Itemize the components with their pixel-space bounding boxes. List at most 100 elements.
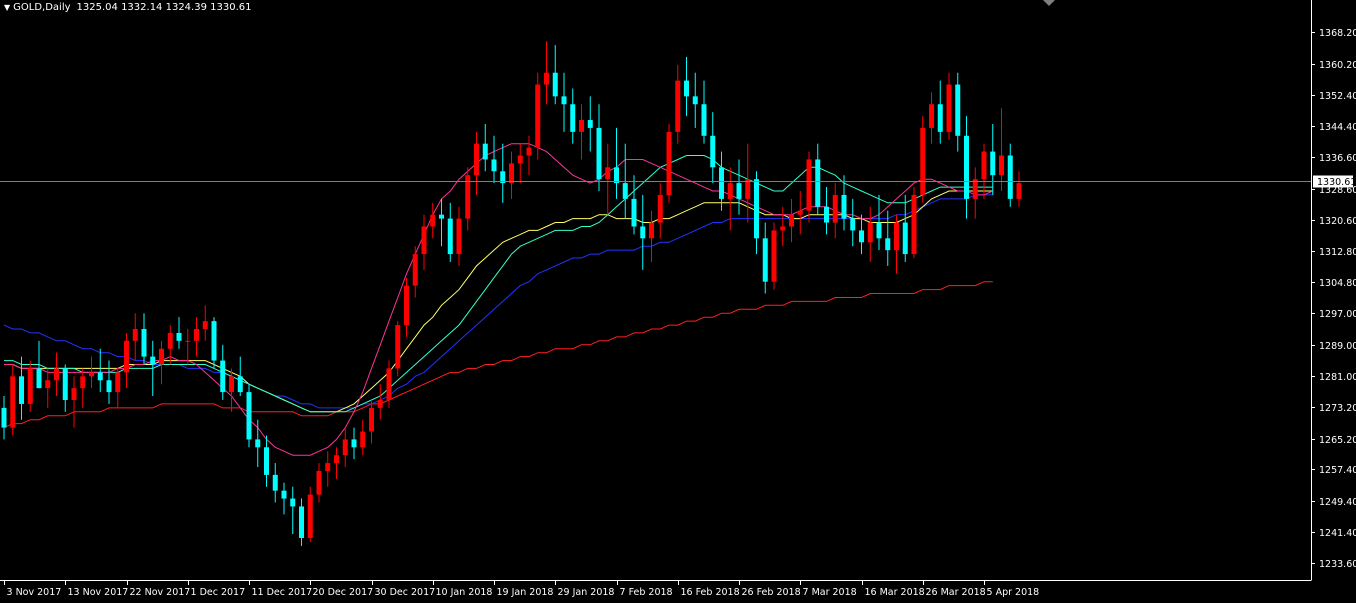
date-tick-label: 20 Dec 2017: [313, 587, 374, 598]
candle-body: [535, 84, 541, 148]
candle-body: [902, 222, 908, 255]
date-tick-label: 13 Nov 2017: [68, 587, 129, 598]
price-chart[interactable]: 1368.201360.201352.401344.401336.601328.…: [0, 0, 1356, 603]
candle-body: [1007, 155, 1013, 199]
date-tick-label: 11 Dec 2017: [252, 587, 313, 598]
candle-body: [859, 230, 864, 243]
candle-body: [167, 332, 173, 349]
candle-body: [526, 147, 532, 156]
candle: [535, 72, 541, 160]
candle-body: [482, 143, 488, 160]
candle-body: [692, 96, 698, 105]
date-tick-label: 30 Dec 2017: [375, 587, 436, 598]
candle-body: [587, 120, 593, 128]
candle: [307, 486, 313, 542]
candle-body: [1, 407, 7, 428]
candle-body: [54, 368, 59, 381]
candle-body: [386, 368, 392, 400]
candle-body: [964, 135, 969, 199]
candle-body: [955, 84, 961, 136]
candle-body: [10, 376, 16, 428]
candle: [666, 123, 672, 203]
candle-body: [89, 372, 94, 377]
price-tick-label: 1297.00: [1319, 309, 1356, 320]
candle-body: [824, 206, 829, 223]
current-price-label-text: 1330.61: [1317, 177, 1356, 188]
candle-body: [194, 329, 199, 341]
candle-body: [202, 321, 208, 330]
candle-body: [124, 340, 129, 373]
candle-body: [255, 439, 261, 448]
price-tick-label: 1289.00: [1319, 341, 1356, 352]
candle-body: [920, 127, 926, 195]
candle: [395, 321, 401, 377]
date-tick-label: 7 Feb 2018: [620, 587, 673, 598]
price-tick-label: 1344.40: [1319, 122, 1356, 133]
chart-shift-marker-icon[interactable]: [1043, 0, 1055, 6]
candle-body: [45, 380, 51, 389]
candle-body: [421, 226, 427, 255]
candle-body: [325, 463, 331, 471]
candle-body: [517, 155, 523, 164]
price-tick-label: 1352.40: [1319, 91, 1356, 102]
date-tick-label: 26 Feb 2018: [742, 587, 801, 598]
candle-body: [220, 360, 226, 393]
candle-body: [867, 222, 873, 243]
candle-body: [237, 376, 243, 393]
candle-body: [299, 506, 304, 538]
price-tick-label: 1233.60: [1319, 559, 1356, 570]
candle-body: [211, 321, 217, 361]
candle-body: [710, 135, 716, 168]
date-tick-label: 19 Jan 2018: [497, 587, 554, 598]
candle: [246, 384, 252, 448]
candle-body: [649, 222, 654, 239]
candle-body: [552, 72, 558, 97]
candle-body: [937, 104, 943, 132]
price-tick-label: 1265.20: [1319, 435, 1356, 446]
candle-body: [377, 399, 383, 408]
price-tick-label: 1249.40: [1319, 497, 1356, 508]
candle-body: [596, 127, 602, 180]
candle-body: [272, 474, 278, 491]
candle-body: [369, 407, 374, 432]
collapse-triangle-icon[interactable]: ▼: [4, 3, 10, 12]
candle-body: [316, 470, 322, 495]
date-tick-label: 16 Feb 2018: [681, 587, 740, 598]
candle-body: [509, 163, 514, 184]
symbol-label: GOLD,Daily: [13, 2, 71, 13]
candle-body: [815, 159, 821, 207]
candle-body: [115, 372, 121, 393]
candle-body: [456, 218, 462, 255]
chart-header: ▼ GOLD,Daily 1325.04 1332.14 1324.39 1330.…: [4, 2, 251, 13]
current-price-label: 1330.61: [1313, 175, 1356, 188]
candle-body: [614, 167, 619, 184]
candle-body: [290, 498, 296, 507]
price-tick-label: 1304.80: [1319, 278, 1356, 289]
candle-body: [675, 80, 681, 132]
candle-body: [106, 380, 112, 393]
candle-body: [264, 447, 269, 475]
candle-body: [185, 340, 191, 342]
date-tick-label: 7 Mar 2018: [803, 587, 857, 598]
candle-body: [570, 104, 576, 132]
candle-body: [789, 214, 794, 227]
candle-body: [894, 222, 899, 251]
candle-body: [850, 218, 856, 231]
date-tick-label: 10 Jan 2018: [436, 587, 493, 598]
candle: [911, 187, 917, 259]
candle-body: [999, 155, 1004, 176]
candle-body: [990, 151, 996, 176]
candle-body: [640, 226, 646, 239]
price-tick-label: 1336.60: [1319, 153, 1356, 164]
candle-body: [80, 376, 86, 389]
date-tick-label: 29 Jan 2018: [558, 587, 615, 598]
candle-body: [334, 455, 339, 464]
candle-body: [946, 84, 952, 132]
candle-body: [229, 376, 234, 393]
candle-body: [281, 490, 287, 499]
date-tick-label: 26 Mar 2018: [926, 587, 986, 598]
candle-body: [447, 218, 453, 255]
candle-body: [657, 194, 663, 223]
price-tick-label: 1257.40: [1319, 465, 1356, 476]
candle-body: [439, 214, 444, 219]
